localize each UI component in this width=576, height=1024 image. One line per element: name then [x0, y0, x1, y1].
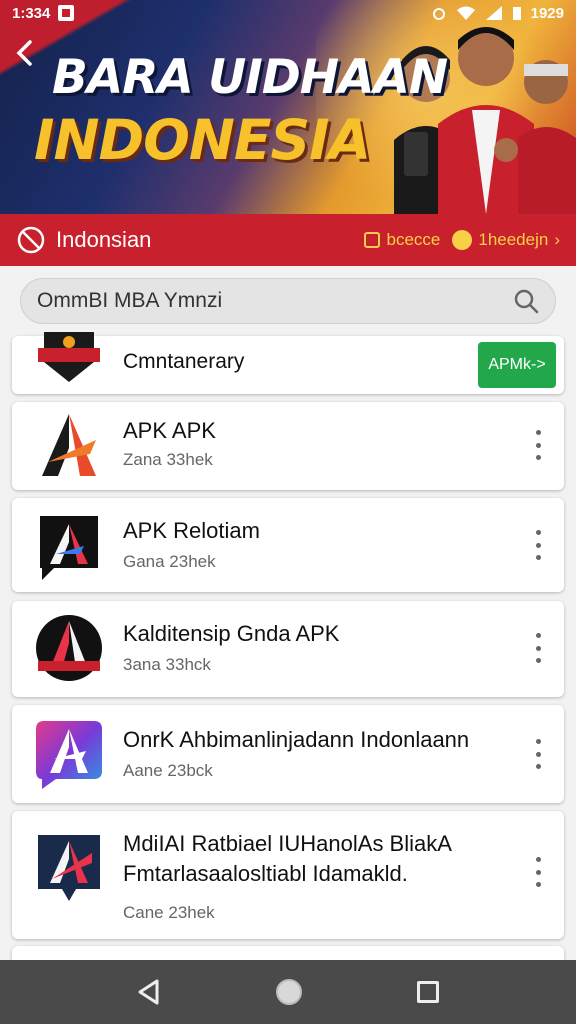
apk-chat-logo-icon — [40, 516, 98, 580]
chip-2-label: 1heedejn — [478, 230, 549, 249]
more-options-icon[interactable] — [532, 857, 544, 887]
apk-logo-icon — [42, 414, 96, 476]
apk-badge-logo-icon — [36, 615, 102, 681]
notification-icon — [58, 5, 75, 21]
app-sub: Zana 33hek — [123, 450, 213, 469]
apk-download-button[interactable]: APMk-> — [478, 342, 556, 388]
back-icon[interactable] — [137, 979, 161, 1005]
back-arrow-icon[interactable] — [10, 38, 40, 68]
featured-app-name: Cmntanerary — [123, 350, 245, 373]
app-name: MdiIAI Ratbiael IUHanolAs BliakA — [123, 831, 452, 856]
home-icon[interactable] — [275, 979, 302, 1005]
signal-icon — [485, 6, 502, 20]
recents-icon[interactable] — [416, 981, 439, 1003]
search-area: OmmBI MBA Ymnzi — [0, 266, 576, 336]
app-sub: Cane 23hek — [123, 903, 215, 922]
chevron-right-icon: › — [554, 230, 560, 249]
region-bar: Indonsian bcecce 1heedejn › — [0, 214, 576, 266]
app-name-line2: Fmtarlasaalosltiabl Idamakld. — [123, 861, 408, 886]
alarm-icon — [432, 8, 445, 20]
more-options-icon[interactable] — [532, 430, 544, 460]
no-entry-icon — [17, 226, 45, 254]
app-sub: 3ana 33hck — [123, 655, 211, 674]
banner-title-line1: BARA UIDHAAN — [52, 50, 448, 105]
region-chip-1[interactable]: bcecce — [364, 230, 440, 250]
status-clock: 1929 — [530, 4, 564, 22]
region-chip-2[interactable]: 1heedejn › — [452, 230, 560, 250]
featured-app-icon — [38, 332, 100, 382]
list-item[interactable]: APK APK Zana 33hek — [12, 402, 564, 490]
search-query: OmmBI MBA Ymnzi — [37, 289, 223, 312]
system-nav-bar — [0, 960, 576, 1024]
app-sub: Aane 23bck — [123, 761, 213, 780]
search-icon[interactable] — [513, 288, 539, 314]
chip-1-label: bcecce — [386, 230, 441, 249]
status-bar: 1:334 1929 — [0, 0, 576, 26]
mascot-icon — [452, 230, 473, 250]
status-time: 1:334 — [12, 4, 51, 22]
list-item[interactable]: MdiIAI Ratbiael IUHanolAs BliakA Fmtarla… — [12, 811, 564, 939]
list-item[interactable]: Kalditensip Gnda APK 3ana 33hck — [12, 601, 564, 697]
featured-app-card[interactable]: Cmntanerary APMk-> — [12, 332, 564, 394]
apk-gradient-logo-icon — [36, 721, 102, 789]
app-name: Kalditensip Gnda APK — [123, 621, 340, 646]
banner-title-line2: INDONESIA — [34, 108, 371, 172]
box-icon — [364, 232, 381, 248]
app-name: OnrK Ahbimanlinjadann Indonlaann — [123, 727, 470, 752]
list-item[interactable]: OnrK Ahbimanlinjadann Indonlaann Aane 23… — [12, 705, 564, 803]
app-sub: Gana 23hek — [123, 552, 216, 571]
promo-banner[interactable]: 1:334 1929 BARA UIDHAAN INDONESIA — [0, 0, 576, 214]
wifi-icon — [456, 6, 475, 20]
search-input[interactable]: OmmBI MBA Ymnzi — [20, 278, 556, 324]
more-options-icon[interactable] — [532, 530, 544, 560]
battery-icon — [512, 7, 521, 20]
more-options-icon[interactable] — [532, 633, 544, 663]
region-label: Indonsian — [56, 227, 152, 252]
app-name: APK APK — [123, 418, 216, 443]
list-item[interactable]: APK Relotiam Gana 23hek — [12, 498, 564, 592]
more-options-icon[interactable] — [532, 739, 544, 769]
apk-dark-logo-icon — [38, 835, 100, 901]
app-name: APK Relotiam — [123, 518, 260, 543]
